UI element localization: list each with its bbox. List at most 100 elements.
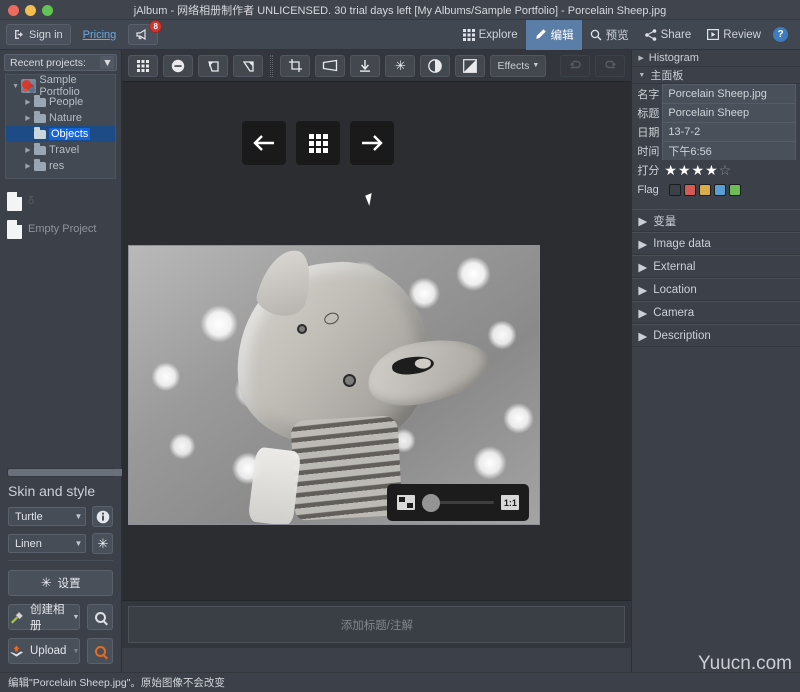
list-item-empty-project[interactable]: Empty Project xyxy=(0,215,121,243)
make-album-button[interactable]: 创建相册 ▼ xyxy=(8,604,81,632)
exclude-button[interactable] xyxy=(163,54,194,77)
chevron-down-icon[interactable]: ▼ xyxy=(72,614,79,621)
star-icon[interactable]: ★ xyxy=(705,163,718,177)
rating-stars[interactable]: ★ ★ ★ ★ ☆ xyxy=(662,163,731,177)
section-external[interactable]: ▶ External xyxy=(632,255,800,278)
section-histogram-label: Histogram xyxy=(648,52,699,64)
flag-swatch-red[interactable] xyxy=(684,184,697,196)
flag-swatch-yellow[interactable] xyxy=(699,184,712,196)
tree-item-sample-portfolio[interactable]: ▼ Sample Portfolio xyxy=(6,74,115,98)
flag-swatch-blue[interactable] xyxy=(714,184,727,196)
section-camera[interactable]: ▶ Camera xyxy=(632,301,800,324)
window-controls[interactable] xyxy=(8,5,53,16)
star-icon[interactable]: ☆ xyxy=(719,163,732,177)
skin-select[interactable]: Turtle ▼ xyxy=(8,507,87,526)
actual-size-icon[interactable]: 1:1 xyxy=(501,495,520,510)
chevron-down-icon[interactable]: ▼ xyxy=(10,83,21,90)
nav-explore[interactable]: Explore xyxy=(455,20,526,50)
section-main-panel[interactable]: ▼ 主面板 xyxy=(632,67,800,84)
metadata-value-date[interactable]: 13-7-2 xyxy=(662,122,796,141)
nav-preview[interactable]: 预览 xyxy=(582,20,637,50)
list-item-project-1[interactable]: δ xyxy=(0,187,121,215)
star-icon[interactable]: ★ xyxy=(664,163,677,177)
crop-button[interactable] xyxy=(280,54,311,77)
flag-swatch-green[interactable] xyxy=(729,184,742,196)
exposure-button[interactable] xyxy=(455,54,486,77)
sharpen-button[interactable] xyxy=(350,54,381,77)
perspective-button[interactable] xyxy=(315,54,346,77)
preview-online-button[interactable] xyxy=(87,638,114,664)
rotate-left-button[interactable] xyxy=(198,54,229,77)
tree-item-travel[interactable]: ▶ Travel xyxy=(6,142,115,158)
image-canvas[interactable]: 1:1 xyxy=(122,82,632,600)
tree-item-res[interactable]: ▶ res xyxy=(6,158,115,174)
chevron-right-icon[interactable]: ▶ xyxy=(22,146,34,154)
section-image-data[interactable]: ▶ Image data xyxy=(632,232,800,255)
thumbnail-grid-button[interactable] xyxy=(296,121,341,165)
nav-edit[interactable]: 编辑 xyxy=(525,19,582,50)
upload-icon xyxy=(9,645,24,658)
close-window-button[interactable] xyxy=(8,5,19,16)
chevron-down-icon[interactable]: ▼ xyxy=(100,56,115,69)
preview-album-button[interactable] xyxy=(87,604,114,630)
chevron-right-icon[interactable]: ▶ xyxy=(22,98,34,106)
chevron-right-icon[interactable]: ▶ xyxy=(638,54,643,62)
pricing-link[interactable]: Pricing xyxy=(83,29,117,41)
metadata-value-title[interactable]: Porcelain Sheep xyxy=(662,103,796,122)
section-description[interactable]: ▶ Description xyxy=(632,324,800,347)
thumbnails-button[interactable] xyxy=(128,54,159,77)
previous-image-button[interactable] xyxy=(242,121,287,165)
style-settings-button[interactable]: ✳ xyxy=(92,533,114,554)
help-button[interactable]: ? xyxy=(773,27,788,42)
chevron-right-icon[interactable]: ▶ xyxy=(638,214,647,228)
announcements-button[interactable]: 8 xyxy=(128,20,163,45)
minimize-window-button[interactable] xyxy=(25,5,36,16)
zoom-slider-handle[interactable] xyxy=(422,493,441,512)
star-icon[interactable]: ★ xyxy=(678,163,691,177)
chevron-right-icon[interactable]: ▶ xyxy=(638,306,647,320)
chevron-down-icon[interactable]: ▼ xyxy=(72,648,79,655)
chevron-right-icon[interactable]: ▶ xyxy=(22,114,34,122)
flag-swatches[interactable] xyxy=(666,184,742,196)
photo-preview[interactable] xyxy=(128,245,541,525)
chevron-down-icon[interactable]: ▼ xyxy=(74,539,82,548)
chevron-down-icon[interactable]: ▼ xyxy=(638,72,645,79)
chevron-right-icon[interactable]: ▶ xyxy=(638,237,647,251)
adjust-button[interactable]: ✳ xyxy=(385,54,416,77)
contrast-button[interactable] xyxy=(420,54,451,77)
chevron-right-icon[interactable]: ▶ xyxy=(638,283,647,297)
next-image-button[interactable] xyxy=(350,121,395,165)
section-variables[interactable]: ▶ 变量 xyxy=(632,209,800,232)
section-location[interactable]: ▶ Location xyxy=(632,278,800,301)
recent-projects-dropdown[interactable]: Recent projects: ▼ xyxy=(4,54,118,71)
flag-swatch-none[interactable] xyxy=(669,184,682,196)
settings-button[interactable]: ✳ 设置 xyxy=(8,570,114,596)
rotate-right-button[interactable] xyxy=(233,54,264,77)
upload-button[interactable]: Upload ▼ xyxy=(8,638,81,664)
chevron-down-icon[interactable]: ▼ xyxy=(74,512,82,521)
tree-item-nature[interactable]: ▶ Nature xyxy=(6,110,115,126)
chevron-right-icon[interactable]: ▶ xyxy=(22,162,34,170)
section-histogram[interactable]: ▶ Histogram xyxy=(632,50,800,67)
zoom-slider[interactable] xyxy=(422,493,495,512)
style-select[interactable]: Linen ▼ xyxy=(8,534,87,553)
effects-button[interactable]: Effects ▼ xyxy=(490,54,547,77)
star-icon[interactable]: ★ xyxy=(692,163,705,177)
redo-button[interactable] xyxy=(595,54,626,77)
metadata-value-time[interactable]: 下午6:56 xyxy=(662,141,796,160)
fit-to-window-icon[interactable] xyxy=(397,495,416,510)
nav-review[interactable]: Review xyxy=(699,20,769,50)
nav-share[interactable]: Share xyxy=(637,20,700,50)
chevron-right-icon[interactable]: ▶ xyxy=(638,260,647,274)
rotate-right-icon xyxy=(241,59,256,73)
caption-input[interactable]: 添加标题/注解 xyxy=(128,606,626,643)
skin-info-button[interactable] xyxy=(92,506,114,527)
chevron-right-icon[interactable]: ▶ xyxy=(638,329,647,343)
zoom-control[interactable]: 1:1 xyxy=(387,484,530,521)
maximize-window-button[interactable] xyxy=(42,5,53,16)
metadata-value-name[interactable]: Porcelain Sheep.jpg xyxy=(662,84,796,103)
undo-button[interactable] xyxy=(560,54,591,77)
sign-in-button[interactable]: Sign in xyxy=(6,24,71,45)
tree-item-objects[interactable]: Objects xyxy=(6,126,116,142)
sidebar-horizontal-scrollbar[interactable] xyxy=(7,468,131,477)
